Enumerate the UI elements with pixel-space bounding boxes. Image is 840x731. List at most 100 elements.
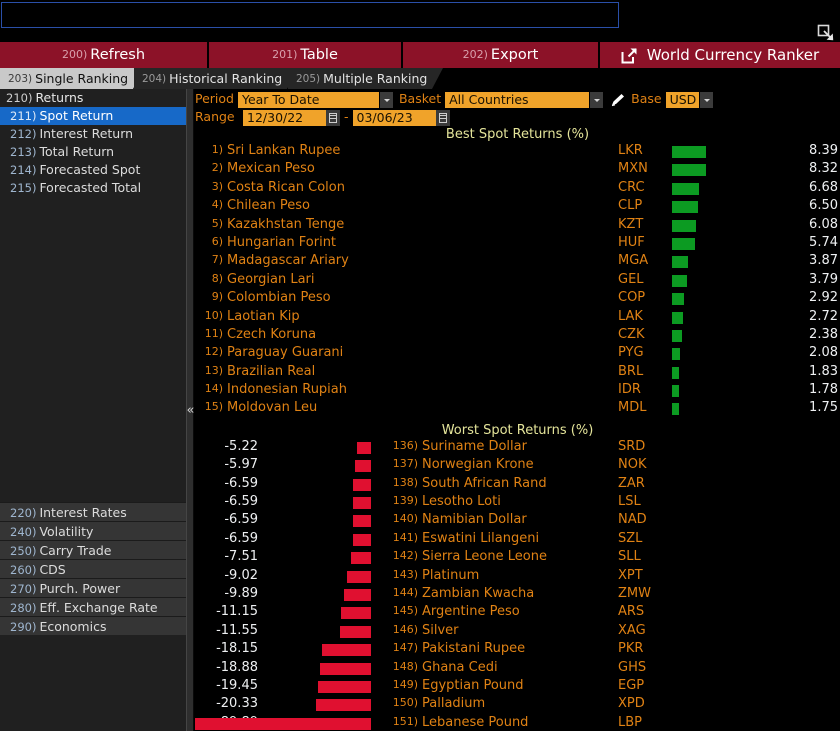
row-currency-name: Indonesian Rupiah	[227, 382, 347, 398]
base-dropdown-chevron-down-icon[interactable]	[698, 91, 713, 108]
table-row[interactable]: 10) Laotian Kip LAK 2.72	[195, 309, 840, 327]
row-rank: 144)	[392, 585, 418, 599]
resize-expand-icon[interactable]	[817, 24, 835, 42]
table-row[interactable]: 7) Madagascar Ariary MGA 3.87	[195, 253, 840, 271]
period-value[interactable]: Year To Date	[237, 91, 379, 108]
row-value: 5.74	[809, 234, 838, 250]
row-value: -7.51	[224, 549, 258, 565]
table-row[interactable]: 136) Suriname Dollar SRD -5.22	[195, 439, 840, 457]
sidebar-item-forecasted-spot[interactable]: 214) Forecasted Spot	[0, 161, 186, 179]
sidebar-collapse-handle[interactable]: «	[186, 400, 195, 422]
table-row[interactable]: 146) Silver XAG -11.55	[195, 623, 840, 641]
negative-bar	[340, 607, 371, 620]
table-row[interactable]: 1) Sri Lankan Rupee LKR 8.39	[195, 143, 840, 161]
sidebar-item-interest-rates[interactable]: 220) Interest Rates	[0, 502, 186, 521]
table-row[interactable]: 138) South African Rand ZAR -6.59	[195, 476, 840, 494]
positive-bar	[672, 146, 706, 158]
sidebar-item-purch-power[interactable]: 270) Purch. Power	[0, 578, 186, 597]
positive-bar	[672, 237, 696, 250]
row-rank: 136)	[392, 438, 418, 452]
negative-bar	[344, 588, 371, 601]
left-sidebar: 210) Returns 211) Spot Return 212) Interest R…	[0, 89, 186, 731]
table-row[interactable]: 147) Pakistani Rupee PKR -18.15	[195, 641, 840, 659]
sidebar-item-spot-return[interactable]: 211) Spot Return	[0, 107, 186, 125]
table-row[interactable]: 12) Paraguay Guarani PYG 2.08	[195, 345, 840, 363]
table-row[interactable]: 137) Norwegian Krone NOK -5.97	[195, 457, 840, 475]
tab-single-ranking[interactable]: 203) Single Ranking	[0, 68, 144, 89]
basket-dropdown-chevron-down-icon[interactable]	[589, 91, 604, 108]
sidebar-item-label: Eff. Exchange Rate	[39, 600, 158, 615]
table-row[interactable]: 141) Eswatini Lilangeni SZL -6.59	[195, 531, 840, 549]
table-row[interactable]: 150) Palladium XPD -20.33	[195, 696, 840, 714]
table-row[interactable]: 144) Zambian Kwacha ZMW -9.89	[195, 586, 840, 604]
row-currency-name: Sierra Leone Leone	[422, 549, 547, 565]
row-value: -6.59	[224, 494, 258, 510]
table-row[interactable]: 151)Lebanese PoundLBP-89.89	[195, 715, 840, 731]
sidebar-item-label: Forecasted Total	[39, 180, 142, 195]
table-row[interactable]: 5) Kazakhstan Tenge KZT 6.08	[195, 217, 840, 235]
refresh-button[interactable]: 200) Refresh	[0, 42, 209, 68]
table-row[interactable]: 15) Moldovan Leu MDL 1.75	[195, 400, 840, 418]
table-row[interactable]: 143) Platinum XPT -9.02	[195, 568, 840, 586]
range-start-value[interactable]: 12/30/22	[243, 109, 326, 126]
basket-value[interactable]: All Countries	[445, 91, 590, 108]
row-rank: 145)	[392, 604, 418, 618]
row-currency-name: Costa Rican Colon	[227, 179, 345, 195]
positive-bar	[672, 256, 688, 269]
row-rank: 5)	[211, 216, 223, 230]
table-row[interactable]: 3) Costa Rican Colon CRC 6.68	[195, 180, 840, 198]
row-currency-code: LKR	[618, 143, 643, 158]
table-row[interactable]: 142) Sierra Leone Leone SLL -7.51	[195, 549, 840, 567]
sidebar-item-carry-trade[interactable]: 250) Carry Trade	[0, 540, 186, 559]
range-start-calendar-icon[interactable]	[326, 109, 340, 126]
sidebar-item-interest-return[interactable]: 212) Interest Return	[0, 125, 186, 143]
table-row[interactable]: 13) Brazilian Real BRL 1.83	[195, 364, 840, 382]
row-value: 6.68	[809, 179, 838, 195]
row-rank: 11)	[204, 326, 223, 340]
row-rank: 14)	[204, 382, 223, 396]
table-row[interactable]: 6) Hungarian Forint HUF 5.74	[195, 235, 840, 253]
command-input[interactable]	[1, 2, 619, 28]
export-button[interactable]: 202) Export	[403, 42, 600, 68]
base-value[interactable]: USD	[665, 91, 699, 108]
table-row[interactable]: 14) Indonesian Rupiah IDR 1.78	[195, 382, 840, 400]
table-row[interactable]: 149) Egyptian Pound EGP -19.45	[195, 678, 840, 696]
table-row[interactable]: 145) Argentine Peso ARS -11.15	[195, 604, 840, 622]
row-currency-name: Georgian Lari	[227, 271, 315, 287]
row-currency-code: IDR	[618, 382, 641, 398]
table-row[interactable]: 4) Chilean Peso CLP 6.50	[195, 198, 840, 216]
negative-bar	[346, 570, 371, 583]
table-row[interactable]: 9) Colombian Peso COP 2.92	[195, 290, 840, 308]
sidebar-item-eff-exchange-rate[interactable]: 280) Eff. Exchange Rate	[0, 597, 186, 616]
sidebar-item-forecasted-total[interactable]: 215) Forecasted Total	[0, 179, 186, 197]
negative-bar	[353, 515, 371, 528]
table-row[interactable]: 139) Lesotho Loti LSL -6.59	[195, 494, 840, 512]
tab-multiple-ranking[interactable]: 205) Multiple Ranking	[288, 68, 443, 89]
period-dropdown-chevron-down-icon[interactable]	[378, 91, 393, 108]
world-currency-ranker-title[interactable]: World Currency Ranker	[600, 42, 840, 68]
table-row[interactable]: 148) Ghana Cedi GHS -18.88	[195, 660, 840, 678]
sidebar-item-total-return[interactable]: 213) Total Return	[0, 143, 186, 161]
table-row[interactable]: 2) Mexican Peso MXN 8.32	[195, 161, 840, 179]
table-row[interactable]: 11) Czech Koruna CZK 2.38	[195, 327, 840, 345]
row-currency-code: CLP	[618, 198, 643, 214]
sidebar-item-cds[interactable]: 260) CDS	[0, 559, 186, 578]
range-end-value[interactable]: 03/06/23	[352, 109, 436, 126]
sidebar-item-economics[interactable]: 290) Economics	[0, 616, 186, 635]
table-button[interactable]: 201) Table	[209, 42, 403, 68]
sidebar-item-volatility[interactable]: 240) Volatility	[0, 521, 186, 540]
row-value: -6.59	[224, 530, 258, 546]
table-row[interactable]: 140) Namibian Dollar NAD -6.59	[195, 512, 840, 530]
tab-historical-ranking[interactable]: 204) Historical Ranking	[134, 68, 298, 89]
row-value: -20.33	[216, 696, 258, 712]
row-rank: 150)	[392, 696, 418, 710]
table-row[interactable]: 8) Georgian Lari GEL 3.79	[195, 272, 840, 290]
row-rank: 141)	[392, 530, 418, 544]
positive-bar	[672, 311, 683, 324]
row-currency-code: CRC	[618, 179, 645, 195]
filter-bar: Period Year To Date Basket All Countries Bas…	[195, 89, 840, 126]
row-rank: 140)	[392, 512, 418, 526]
negative-bar	[321, 644, 371, 657]
pencil-icon[interactable]	[609, 92, 627, 108]
range-end-calendar-icon[interactable]	[435, 109, 450, 126]
